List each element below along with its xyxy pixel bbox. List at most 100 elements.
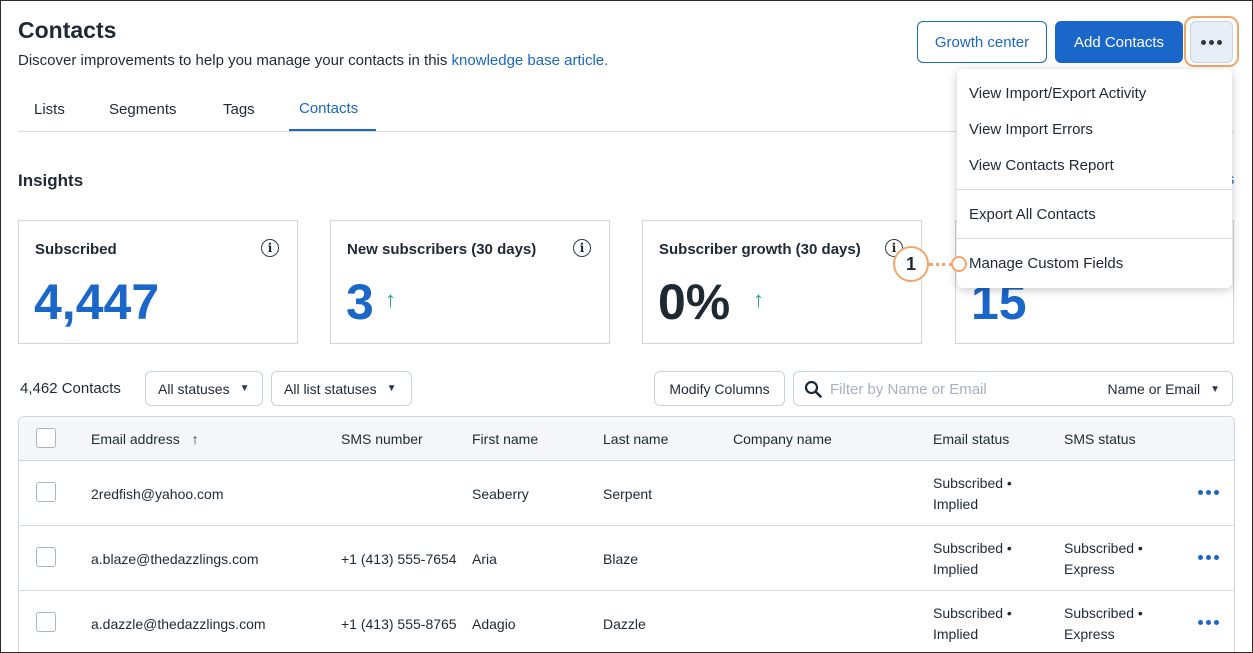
sms-status-type: Express bbox=[1064, 561, 1115, 577]
cell-first-name: Seaberry bbox=[472, 486, 529, 502]
modify-columns-button[interactable]: Modify Columns bbox=[654, 371, 785, 406]
menu-item-manage-custom-fields[interactable]: Manage Custom Fields bbox=[969, 255, 1123, 272]
more-actions-button[interactable] bbox=[1190, 21, 1233, 63]
callout-connector bbox=[929, 263, 953, 266]
cell-first-name: Adagio bbox=[472, 616, 516, 632]
menu-item-export-all[interactable]: Export All Contacts bbox=[969, 206, 1096, 223]
column-sms[interactable]: SMS number bbox=[341, 431, 423, 447]
callout-target-dot bbox=[951, 256, 967, 272]
cell-last-name: Blaze bbox=[603, 551, 639, 567]
column-email-label: Email address bbox=[91, 431, 180, 447]
status-select-value: All statuses bbox=[158, 380, 230, 397]
knowledge-base-link[interactable]: knowledge base article. bbox=[452, 52, 609, 69]
cell-email-status: Subscribed • Implied bbox=[933, 538, 1012, 580]
column-first-name[interactable]: First name bbox=[472, 431, 538, 447]
tab-lists[interactable]: Lists bbox=[34, 101, 65, 118]
row-checkbox[interactable] bbox=[36, 547, 56, 567]
search-box: Name or Email ▼ bbox=[793, 371, 1233, 406]
sms-status-line: Subscribed • bbox=[1064, 605, 1143, 621]
cell-sms-status: Subscribed • Express bbox=[1064, 538, 1143, 580]
row-checkbox[interactable] bbox=[36, 612, 56, 632]
cell-sms-status: Subscribed • Express bbox=[1064, 603, 1143, 645]
row-actions-icon[interactable] bbox=[1198, 490, 1219, 495]
search-input[interactable] bbox=[830, 378, 1090, 400]
email-status-type: Implied bbox=[933, 561, 979, 577]
search-scope-select[interactable]: Name or Email ▼ bbox=[1108, 381, 1221, 397]
email-status-line: Subscribed • bbox=[933, 540, 1012, 556]
menu-divider bbox=[957, 238, 1232, 239]
table-row[interactable]: 2redfish@yahoo.com Seaberry Serpent Subs… bbox=[19, 461, 1234, 526]
row-actions-icon[interactable] bbox=[1198, 620, 1219, 625]
cell-sms: +1 (413) 555-8765 bbox=[341, 616, 457, 632]
subscribed-card: Subscribed i 4,447 bbox=[18, 220, 298, 344]
tab-tags[interactable]: Tags bbox=[223, 101, 255, 118]
sort-ascending-icon: ↑ bbox=[191, 431, 199, 447]
step-callout: 1 bbox=[893, 246, 929, 282]
menu-item-view-import-errors[interactable]: View Import Errors bbox=[969, 121, 1093, 138]
chevron-down-icon: ▼ bbox=[1210, 383, 1220, 395]
new-subscribers-card: New subscribers (30 days) i 3 ↑ bbox=[330, 220, 610, 344]
cell-email-status: Subscribed • Implied bbox=[933, 473, 1012, 515]
insights-heading: Insights bbox=[18, 171, 84, 190]
table-row[interactable]: a.dazzle@thedazzlings.com +1 (413) 555-8… bbox=[19, 591, 1234, 652]
email-status-line: Subscribed • bbox=[933, 475, 1012, 491]
contacts-count: 4,462 Contacts bbox=[20, 380, 121, 397]
page-subtitle: Discover improvements to help you manage… bbox=[18, 52, 608, 69]
search-scope-value: Name or Email bbox=[1107, 381, 1201, 397]
ellipsis-icon bbox=[1201, 39, 1222, 45]
card-label: Subscribed bbox=[35, 241, 117, 258]
row-actions-icon[interactable] bbox=[1198, 555, 1219, 560]
contacts-table: Email address ↑ SMS number First name La… bbox=[18, 416, 1235, 652]
row-checkbox[interactable] bbox=[36, 482, 56, 502]
table-row[interactable]: a.blaze@thedazzlings.com +1 (413) 555-76… bbox=[19, 526, 1234, 591]
select-all-checkbox[interactable] bbox=[36, 428, 56, 448]
card-value: 3 bbox=[346, 274, 374, 330]
menu-divider bbox=[957, 189, 1232, 190]
cell-email: a.dazzle@thedazzlings.com bbox=[91, 616, 266, 632]
list-status-select-value: All list statuses bbox=[284, 380, 377, 397]
chevron-down-icon: ▼ bbox=[239, 383, 250, 394]
tab-contacts[interactable]: Contacts bbox=[299, 100, 358, 117]
search-icon bbox=[804, 380, 822, 398]
menu-item-view-contacts-report[interactable]: View Contacts Report bbox=[969, 157, 1114, 174]
column-company[interactable]: Company name bbox=[733, 431, 832, 447]
info-icon[interactable]: i bbox=[573, 239, 591, 257]
more-actions-menu: View Import/Export Activity View Import … bbox=[957, 69, 1232, 288]
column-email-status[interactable]: Email status bbox=[933, 431, 1009, 447]
trend-up-icon: ↑ bbox=[753, 287, 764, 312]
page-frame: Contacts Discover improvements to help y… bbox=[0, 0, 1253, 653]
cell-sms: +1 (413) 555-7654 bbox=[341, 551, 457, 567]
tab-segments[interactable]: Segments bbox=[109, 101, 177, 118]
cell-email: 2redfish@yahoo.com bbox=[91, 486, 224, 502]
email-status-type: Implied bbox=[933, 496, 979, 512]
chevron-down-icon: ▼ bbox=[386, 383, 397, 394]
growth-center-button[interactable]: Growth center bbox=[917, 21, 1047, 63]
card-label: New subscribers (30 days) bbox=[347, 241, 537, 258]
subscriber-growth-card: Subscriber growth (30 days) i 0% ↑ bbox=[642, 220, 922, 344]
list-status-select[interactable]: All list statuses ▼ bbox=[271, 371, 412, 406]
cell-last-name: Serpent bbox=[603, 486, 653, 502]
email-status-type: Implied bbox=[933, 626, 979, 642]
page-title: Contacts bbox=[18, 17, 117, 43]
cell-first-name: Aria bbox=[472, 551, 497, 567]
status-select[interactable]: All statuses ▼ bbox=[145, 371, 263, 406]
card-value: 0% bbox=[658, 274, 731, 330]
sms-status-line: Subscribed • bbox=[1064, 540, 1143, 556]
sms-status-type: Express bbox=[1064, 626, 1115, 642]
column-sms-status[interactable]: SMS status bbox=[1064, 431, 1136, 447]
column-email[interactable]: Email address ↑ bbox=[91, 431, 199, 447]
active-tab-indicator bbox=[289, 129, 376, 131]
trend-up-icon: ↑ bbox=[385, 287, 396, 312]
cell-email: a.blaze@thedazzlings.com bbox=[91, 551, 259, 567]
subtitle-text: Discover improvements to help you manage… bbox=[18, 52, 452, 69]
card-value: 4,447 bbox=[34, 274, 160, 330]
menu-item-view-import-export[interactable]: View Import/Export Activity bbox=[969, 85, 1146, 102]
table-header: Email address ↑ SMS number First name La… bbox=[19, 417, 1234, 461]
cell-last-name: Dazzle bbox=[603, 616, 646, 632]
column-last-name[interactable]: Last name bbox=[603, 431, 668, 447]
info-icon[interactable]: i bbox=[261, 239, 279, 257]
add-contacts-button[interactable]: Add Contacts bbox=[1055, 21, 1183, 63]
email-status-line: Subscribed • bbox=[933, 605, 1012, 621]
card-label: Subscriber growth (30 days) bbox=[659, 241, 861, 258]
cell-email-status: Subscribed • Implied bbox=[933, 603, 1012, 645]
